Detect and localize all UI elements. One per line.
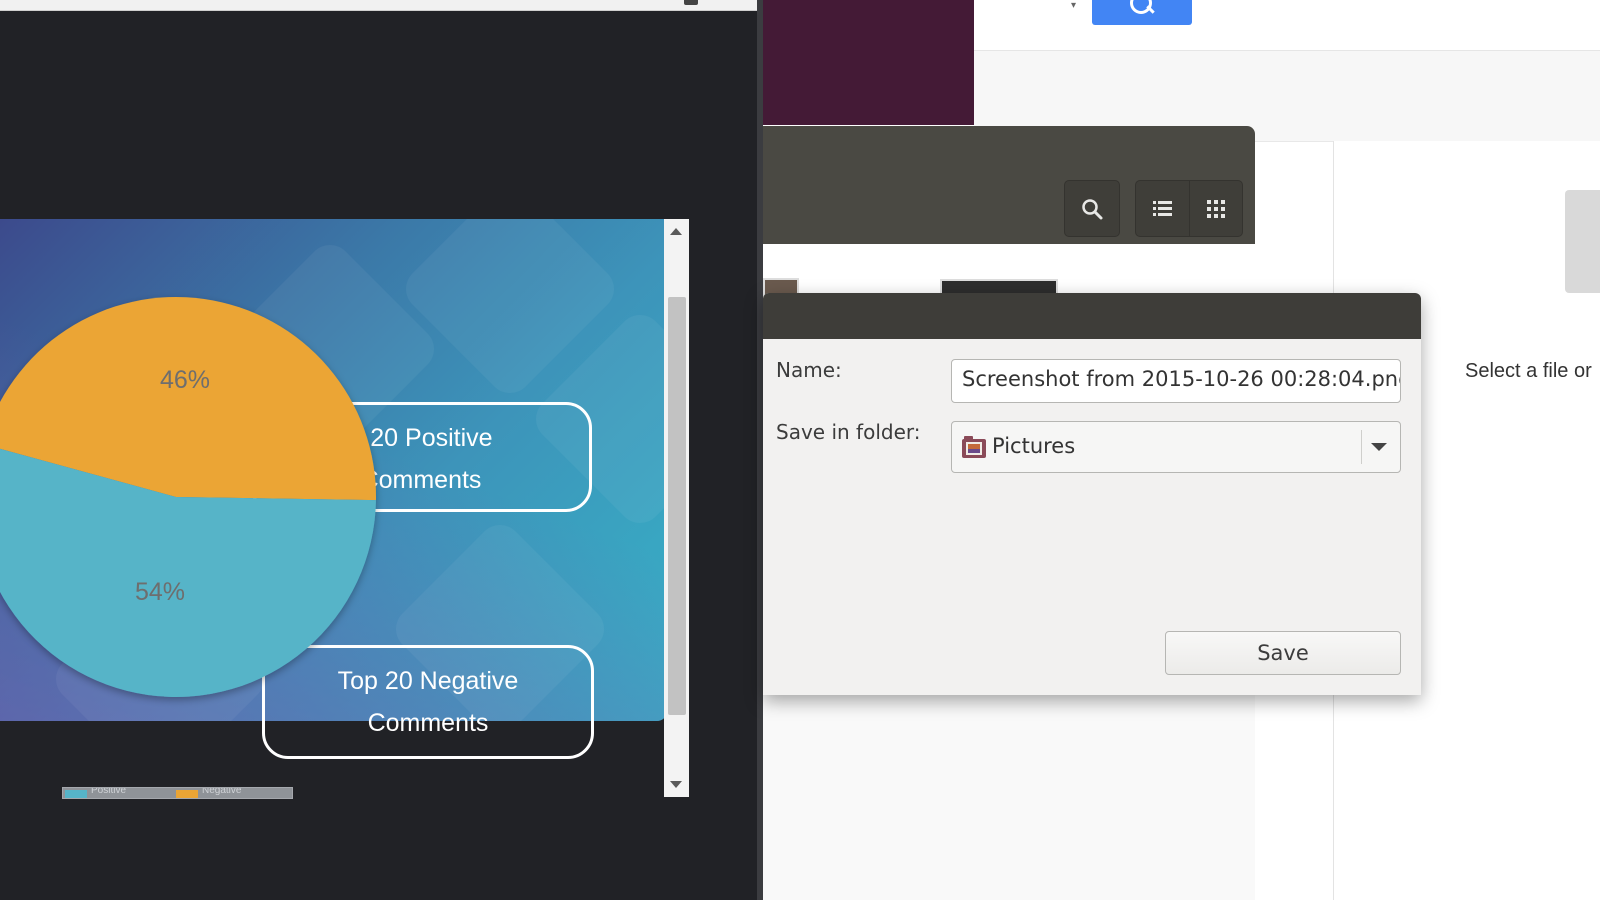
legend-label: Negative [202,787,242,796]
pie-value-label: 46% [160,366,210,394]
list-view-icon [1153,200,1172,216]
sentiment-pie-chart: 46% 54% [0,297,376,697]
scroll-up-button[interactable] [664,219,689,243]
save-button[interactable]: Save [1165,631,1401,675]
select-file-hint: Select a file or [1465,360,1592,382]
folder-select-value: Pictures [992,434,1076,458]
upload-tile[interactable] [1565,190,1600,293]
scroll-down-button[interactable] [664,773,689,797]
dropdown-arrow-icon[interactable] [1371,443,1387,451]
chevron-down-icon [670,781,682,788]
scrollbar-thumb[interactable] [668,297,686,715]
legend-swatch-negative [176,790,198,798]
browser-top-bar [0,0,757,11]
web-search-button[interactable] [1092,0,1192,25]
grid-view-icon [1207,199,1225,218]
window-control[interactable] [684,0,698,5]
web-search-bar [974,0,1600,51]
toolbar-search-button[interactable] [1064,180,1120,237]
dropdown-chevron-icon[interactable]: ▾ [1071,0,1076,11]
chart-legend: Positive Negative [62,787,293,799]
legend-swatch-positive [65,790,87,798]
pictures-folder-icon [962,436,986,458]
folder-select[interactable]: Pictures [951,421,1401,473]
chevron-up-icon [670,228,682,235]
desktop-background [763,0,974,125]
save-dialog-header [763,293,1421,339]
name-label: Name: [776,358,842,382]
search-icon [1082,198,1103,219]
folder-label: Save in folder: [776,420,921,444]
toolbar-grid-view-button[interactable] [1189,180,1243,237]
filename-input[interactable]: Screenshot from 2015-10-26 00:28:04.png [951,359,1401,403]
pie-value-label: 54% [135,578,185,606]
toolbar-list-view-button[interactable] [1135,180,1191,237]
legend-label: Positive [91,787,127,796]
